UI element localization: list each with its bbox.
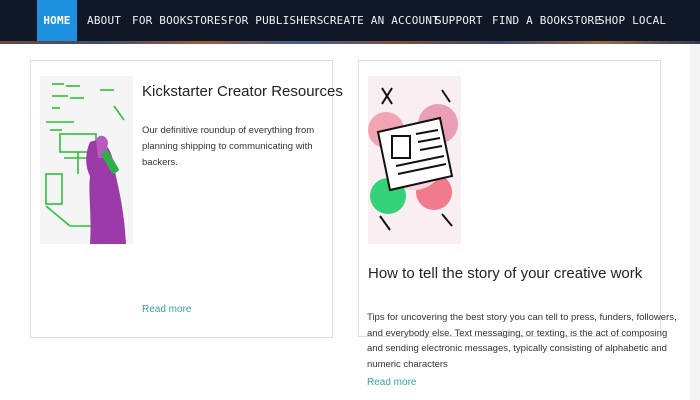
nav-for-bookstores[interactable]: FOR BOOKSTORES [132,0,228,41]
whiteboard-hand-image[interactable] [40,76,133,244]
read-more-link[interactable]: Read more [142,304,191,315]
card-title: Kickstarter Creator Resources [142,83,343,100]
card-description: Tips for uncovering the best story you c… [367,312,677,370]
nav-home[interactable]: HOME [37,0,77,41]
nav-decorative-strip [0,41,700,44]
nav-support[interactable]: SUPPORT [435,0,483,41]
nav-for-publishers[interactable]: FOR PUBLISHERS [228,0,324,41]
top-navigation-bar: HOME ABOUT FOR BOOKSTORES FOR PUBLISHERS… [0,0,700,44]
page-scrollbar[interactable] [690,44,700,400]
card-description: Our definitive roundup of everything fro… [142,125,315,168]
story-card: How to tell the story of your creative w… [358,60,661,337]
read-more-link[interactable]: Read more [367,377,416,388]
nav-shop-local[interactable]: SHOP LOCAL [598,0,666,41]
nav-create-account[interactable]: CREATE AN ACCOUNT [323,0,439,41]
nav-find-bookstore[interactable]: FIND A BOOKSTORE [492,0,601,41]
card-title: How to tell the story of your creative w… [368,265,643,282]
newspaper-illustration-image[interactable] [368,76,461,244]
resource-card: Kickstarter Creator Resources Our defini… [30,60,343,338]
nav-about[interactable]: ABOUT [87,0,121,41]
